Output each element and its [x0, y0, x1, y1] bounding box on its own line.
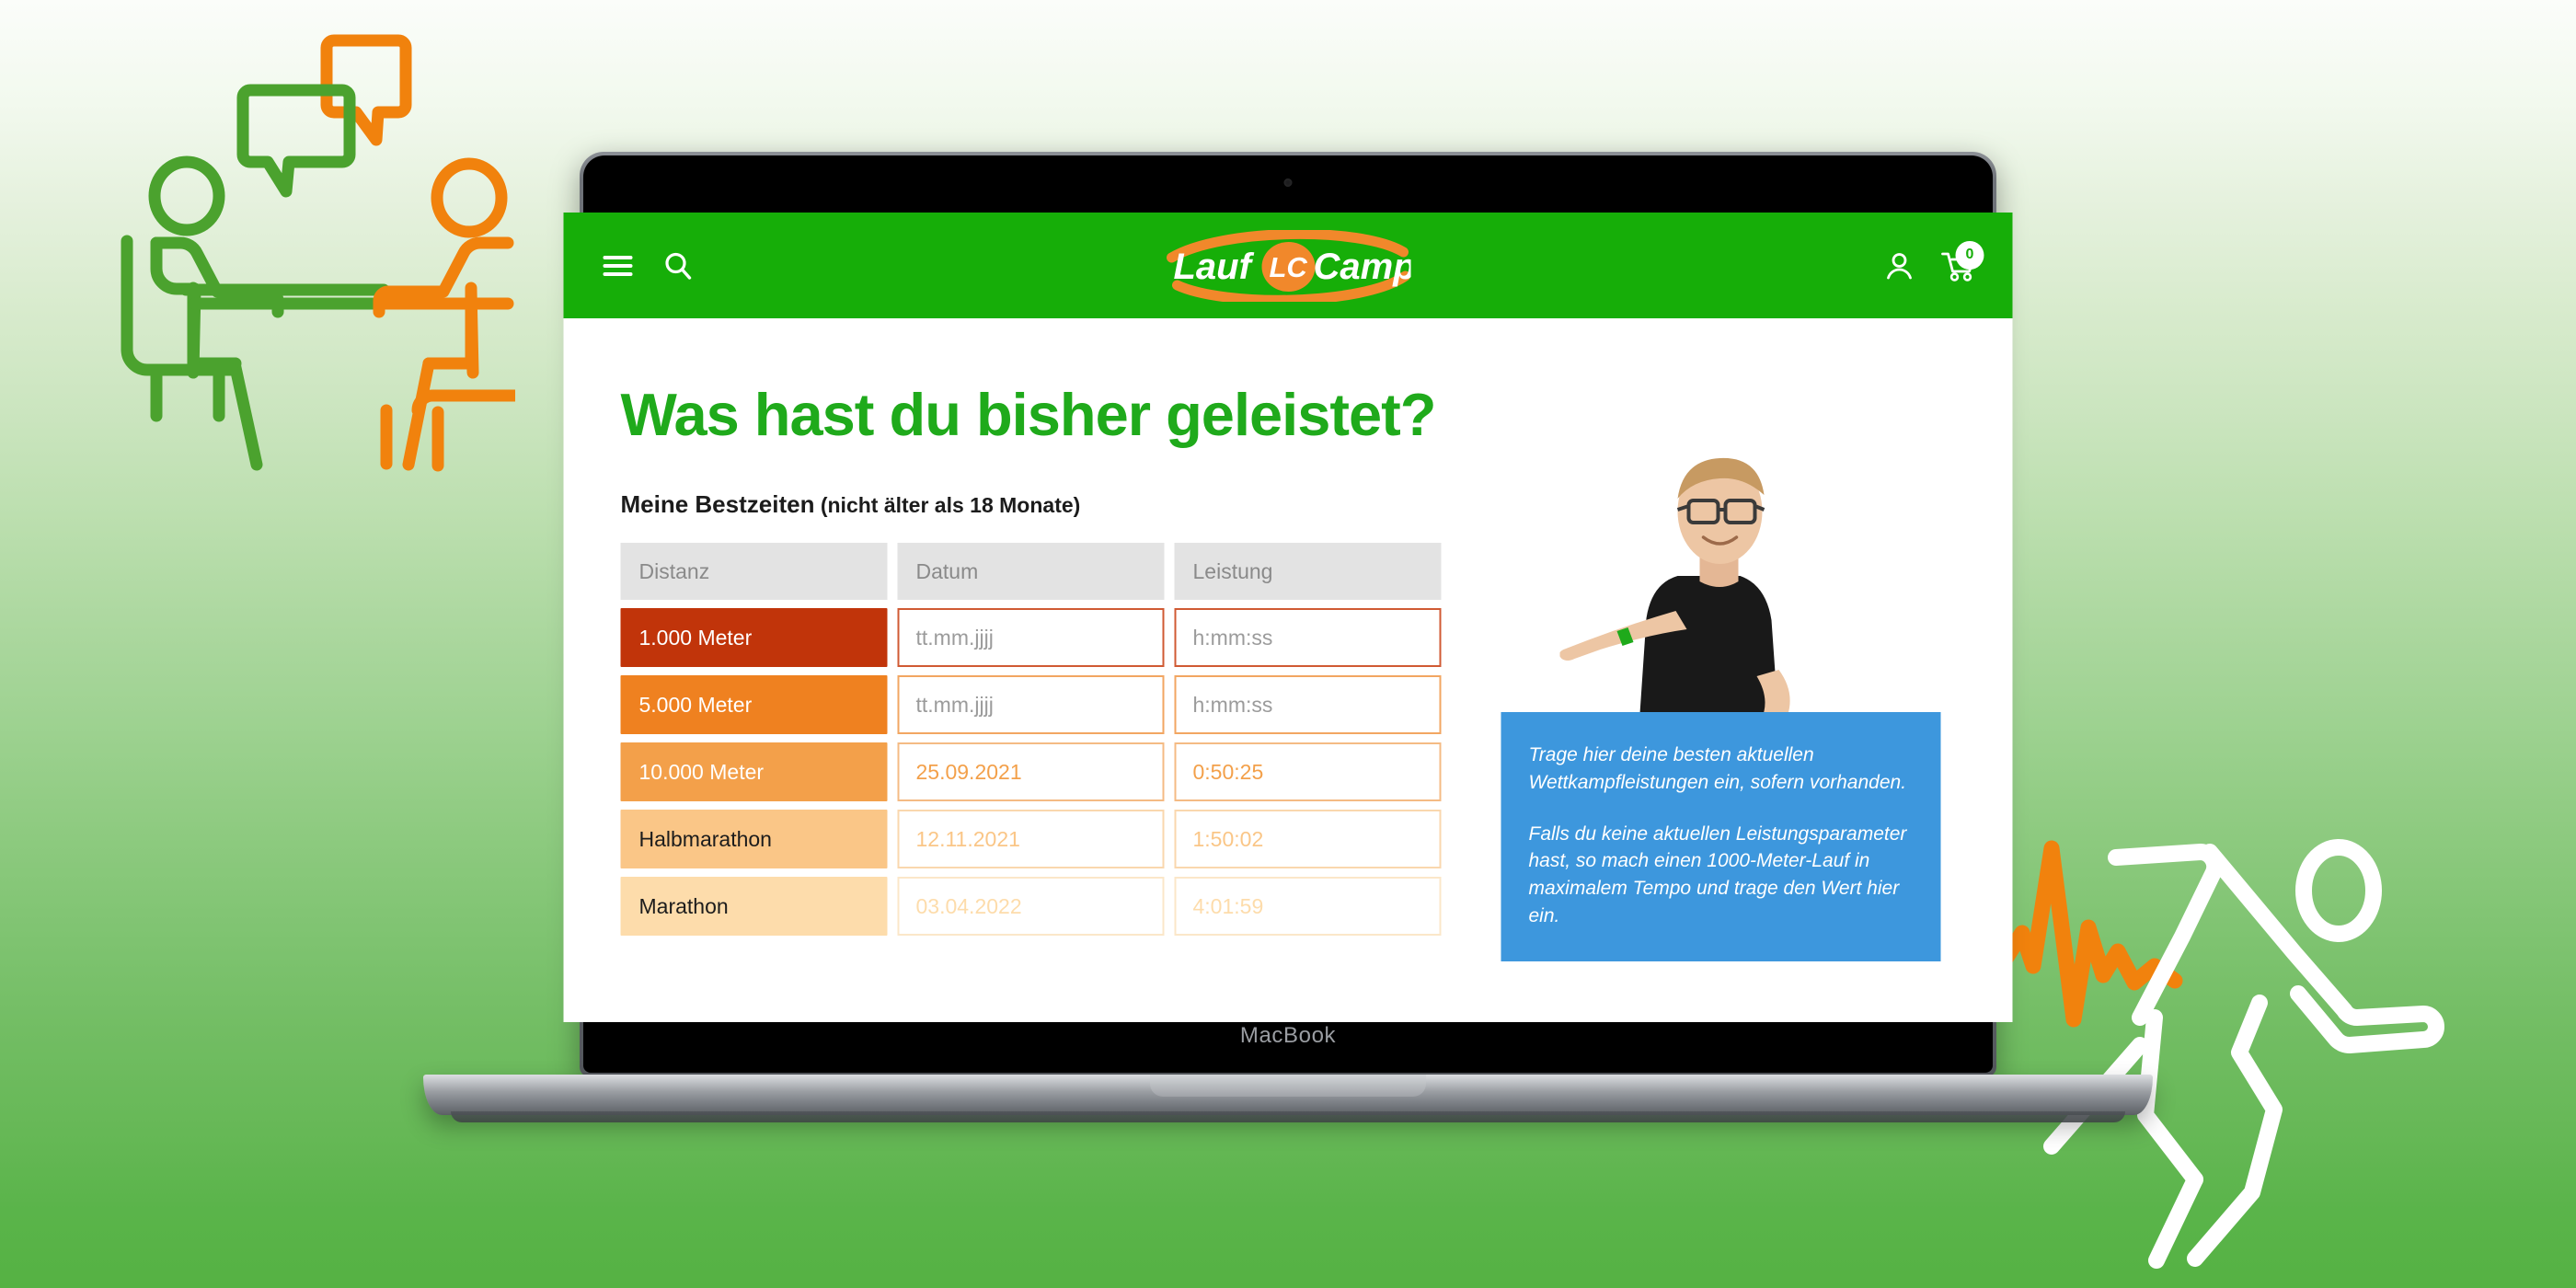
- user-account-icon[interactable]: [1884, 250, 1915, 282]
- column-header-time: Leistung: [1174, 543, 1442, 600]
- time-input[interactable]: 0:50:25: [1174, 742, 1442, 801]
- cart-count-badge: 0: [1955, 240, 1984, 270]
- site-header: Lauf LC Campus: [563, 213, 2013, 318]
- column-header-date: Datum: [897, 543, 1165, 600]
- shopping-cart-icon[interactable]: 0: [1941, 240, 1984, 282]
- date-input-cell: 03.04.2022: [897, 877, 1165, 936]
- best-times-table: Distanz Datum Leistung 1.000 Meter tt.mm.…: [611, 535, 1452, 944]
- time-input[interactable]: h:mm:ss: [1174, 675, 1442, 734]
- screen-viewport: Lauf LC Campus: [563, 213, 2013, 1022]
- page-content: Was hast du bisher geleistet? Meine Best…: [564, 318, 2013, 1022]
- distance-label: 5.000 Meter: [620, 675, 888, 734]
- table-row: Marathon 03.04.2022 4:01:59: [620, 877, 1442, 936]
- time-input-cell: 0:50:25: [1174, 742, 1442, 801]
- time-input[interactable]: h:mm:ss: [1174, 608, 1442, 667]
- svg-text:LC: LC: [1269, 251, 1307, 283]
- time-input[interactable]: 4:01:59: [1174, 877, 1442, 936]
- table-row: 10.000 Meter 25.09.2021 0:50:25: [620, 742, 1442, 801]
- distance-label: 10.000 Meter: [620, 742, 888, 801]
- time-input-cell: 1:50:02: [1174, 810, 1442, 868]
- running-person-illustration: [2006, 839, 2444, 1269]
- subtitle-main: Meine Bestzeiten: [620, 490, 815, 518]
- column-header-distance: Distanz: [620, 543, 888, 600]
- date-input[interactable]: tt.mm.jjjj: [897, 608, 1165, 667]
- date-input[interactable]: 12.11.2021: [897, 810, 1165, 868]
- laptop-lid: MacBook Lauf LC Cam 0 Was hast du bisher…: [563, 152, 2013, 1076]
- time-input-cell: 4:01:59: [1174, 877, 1442, 936]
- svg-text:Campus: Campus: [1313, 247, 1410, 287]
- date-input-cell: tt.mm.jjjj: [897, 675, 1165, 734]
- table-header-row: Distanz Datum Leistung: [620, 543, 1442, 600]
- date-input-cell: tt.mm.jjjj: [897, 608, 1165, 667]
- macbook-device: MacBook Lauf LC Cam 0 Was hast du bisher…: [423, 152, 2153, 1122]
- info-paragraph-2: Falls du keine aktuellen Leistungsparame…: [1528, 822, 1907, 927]
- distance-label: Halbmarathon: [620, 810, 888, 868]
- info-box: Trage hier deine besten aktuellen Wettka…: [1501, 712, 1941, 961]
- info-paragraph-1: Trage hier deine besten aktuellen Wettka…: [1528, 744, 1907, 793]
- webcam-icon: [1283, 178, 1293, 187]
- laptop-base-slab: [423, 1075, 2153, 1115]
- distance-label: 1.000 Meter: [620, 608, 888, 667]
- time-input-cell: h:mm:ss: [1174, 608, 1442, 667]
- table-row: Halbmarathon 12.11.2021 1:50:02: [620, 810, 1442, 868]
- date-input[interactable]: tt.mm.jjjj: [897, 675, 1165, 734]
- search-icon[interactable]: [663, 251, 693, 281]
- laptop-base-shadow: [451, 1111, 2125, 1122]
- device-label: MacBook: [1239, 1023, 1337, 1048]
- table-row: 1.000 Meter tt.mm.jjjj h:mm:ss: [620, 608, 1442, 667]
- laptop-bezel: MacBook Lauf LC Cam 0 Was hast du bisher…: [563, 155, 2013, 1073]
- time-input[interactable]: 1:50:02: [1174, 810, 1442, 868]
- date-input[interactable]: 03.04.2022: [897, 877, 1165, 936]
- date-input-cell: 25.09.2021: [897, 742, 1165, 801]
- laptop-base-notch: [1150, 1075, 1426, 1097]
- svg-text:Lauf: Lauf: [1173, 247, 1254, 287]
- date-input-cell: 12.11.2021: [897, 810, 1165, 868]
- distance-label: Marathon: [620, 877, 888, 936]
- date-input[interactable]: 25.09.2021: [897, 742, 1165, 801]
- subtitle-note: (nicht älter als 18 Monate): [814, 493, 1081, 517]
- table-body: 1.000 Meter tt.mm.jjjj h:mm:ss 5.000 Meter t…: [620, 608, 1442, 936]
- laufcampus-logo[interactable]: Lauf LC Campus: [1166, 229, 1410, 302]
- table-row: 5.000 Meter tt.mm.jjjj h:mm:ss: [620, 675, 1442, 734]
- two-people-talking-illustration: [121, 34, 515, 472]
- hamburger-menu-icon[interactable]: [603, 254, 634, 278]
- time-input-cell: h:mm:ss: [1174, 675, 1442, 734]
